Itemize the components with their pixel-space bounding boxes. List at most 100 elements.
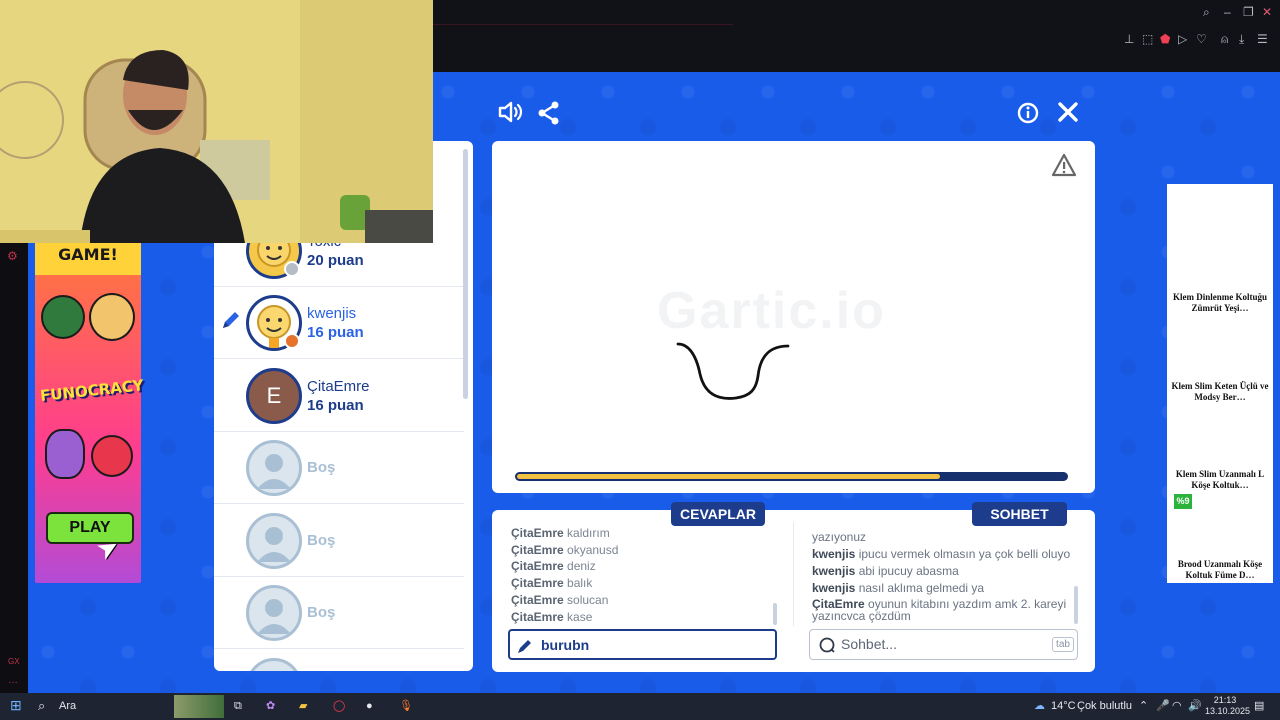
chat-user: kwenjis xyxy=(812,547,856,561)
ad-item[interactable]: Brood Uzanmalı Köşe Koltuk Füme D… xyxy=(1171,559,1269,581)
chat-text: nasıl aklıma gelmedi ya xyxy=(858,581,985,595)
timer-fill xyxy=(517,474,940,479)
ad-banner-left[interactable]: GAME! FUNOCRACY PLAY ➤ xyxy=(35,243,144,583)
answer-line: ÇitaEmre solucan xyxy=(511,593,608,607)
ad-headline: GAME! xyxy=(35,243,141,275)
answer-user: ÇitaEmre xyxy=(511,543,564,557)
chat-scrollbar[interactable] xyxy=(1074,586,1078,624)
warning-icon[interactable] xyxy=(1051,153,1077,182)
heart-icon[interactable]: ♡ xyxy=(1196,32,1207,46)
webcam-overlay xyxy=(0,0,433,243)
volume-icon[interactable]: 🔊 xyxy=(1188,698,1202,714)
task-view-icon[interactable]: ⧉ xyxy=(234,698,242,714)
answer-user: ÇitaEmre xyxy=(511,576,564,590)
windows-start-icon[interactable]: ⊞ xyxy=(10,697,22,713)
ad-banner-right[interactable]: Klem Dinlenme Koltuğu Zümrüt Yeşi… Klem … xyxy=(1167,184,1273,583)
minimize-icon[interactable]: – xyxy=(1224,5,1231,19)
browser-sidebar: ⚙ GX … xyxy=(0,243,28,693)
player-row[interactable]: E ÇitaEmre 16 puan xyxy=(214,360,464,432)
slot-label: Boş xyxy=(307,532,336,549)
empty-slot xyxy=(214,650,464,671)
discount-badge: %9 xyxy=(1174,494,1192,509)
account-icon[interactable]: ⍝ xyxy=(1221,32,1228,46)
chat-text: ipucu vermek olmasın ya çok belli oluyo xyxy=(858,547,1071,561)
chat-user: kwenjis xyxy=(812,564,856,578)
app-icon[interactable]: ● xyxy=(366,698,373,714)
clock-date: 13.10.2025 xyxy=(1205,706,1251,716)
search-icon[interactable]: ⌕ xyxy=(1203,5,1210,19)
answers-chat-panel: CEVAPLAR SOHBET ÇitaEmre kaldırım ÇitaEm… xyxy=(492,502,1095,672)
ad-item[interactable]: Klem Slim Keten Üçlü ve Modsy Ber… xyxy=(1171,381,1269,403)
play-icon[interactable]: ▷ xyxy=(1178,32,1187,46)
wifi-icon[interactable]: ◠ xyxy=(1172,698,1182,714)
chevron-up-icon[interactable]: ⌃ xyxy=(1139,698,1148,714)
chat-line: kwenjis ipucu vermek olmasın ya çok bell… xyxy=(812,547,1077,561)
chat-line: kwenjis nasıl aklıma gelmedi ya xyxy=(812,581,1077,595)
tab-shortcut-badge: tab xyxy=(1052,637,1074,652)
notification-icon[interactable]: ▤ xyxy=(1254,698,1264,714)
opera-gx-icon[interactable]: ◯ xyxy=(333,698,345,714)
answer-text: deniz xyxy=(567,559,596,573)
chat-line: ÇitaEmre oyunun kitabını yazdım amk 2. k… xyxy=(812,598,1077,622)
weather-icon: ☁ xyxy=(1034,700,1045,712)
taskbar: ⊞ ⌕ Ara ⧉ ✿ ▰ ◯ ● 🎙 ☁ 14°C Çok bulutlu ⌃… xyxy=(0,693,1280,720)
chat-placeholder: Sohbet... xyxy=(841,636,898,652)
gx-icon[interactable]: GX xyxy=(8,657,20,666)
answer-input[interactable]: burubn xyxy=(508,629,777,660)
answer-user: ÇitaEmre xyxy=(511,610,564,624)
taskbar-search-label[interactable]: Ara xyxy=(59,698,76,714)
ad-item[interactable]: Klem Slim Uzanmalı L Köşe Koltuk… xyxy=(1171,469,1269,491)
microphone-icon[interactable]: 🎤 xyxy=(1156,698,1170,714)
player-name: ÇitaEmre xyxy=(307,378,370,395)
download-icon[interactable]: ⤓ xyxy=(1239,32,1244,46)
pocket-icon[interactable]: ⬟ xyxy=(1160,32,1170,46)
player-score: 16 puan xyxy=(307,324,364,341)
microphone-app-icon[interactable]: 🎙 xyxy=(399,698,413,714)
thumbs-up-icon xyxy=(41,295,85,339)
file-explorer-icon[interactable]: ▰ xyxy=(299,698,307,714)
player-row[interactable]: kwenjis 16 puan xyxy=(214,287,464,359)
clock[interactable]: 21:13 13.10.2025 xyxy=(1205,695,1251,717)
empty-avatar-icon xyxy=(246,658,302,671)
ad-play-button[interactable]: PLAY xyxy=(46,512,134,544)
settings-icon[interactable]: ⚙ xyxy=(7,249,18,263)
tongue-face-icon xyxy=(91,435,133,477)
answer-line: ÇitaEmre okyanusd xyxy=(511,543,618,557)
info-icon[interactable] xyxy=(1016,102,1040,131)
ad-item[interactable]: Klem Dinlenme Koltuğu Zümrüt Yeşi… xyxy=(1171,292,1269,314)
close-game-icon[interactable] xyxy=(1056,101,1080,130)
snapshot-icon[interactable]: ⬚ xyxy=(1142,32,1153,46)
answer-text: okyanusd xyxy=(567,543,619,557)
avatar: E xyxy=(246,368,302,424)
empty-avatar-icon xyxy=(246,513,302,569)
chat-bubble-icon xyxy=(818,636,836,659)
players-scrollbar[interactable] xyxy=(463,149,468,399)
empty-slot: Boş xyxy=(214,505,464,577)
chat-input[interactable]: Sohbet... tab xyxy=(809,629,1078,660)
search-highlight-image xyxy=(174,695,224,718)
answer-user: ÇitaEmre xyxy=(511,526,564,540)
pin-icon[interactable]: ⊥ xyxy=(1124,32,1134,46)
tab-chat[interactable]: SOHBET xyxy=(972,502,1067,526)
copilot-icon[interactable]: ✿ xyxy=(266,698,275,714)
menu-icon[interactable]: ☰ xyxy=(1257,32,1268,46)
clock-time: 21:13 xyxy=(1213,695,1237,705)
empty-slot: Boş xyxy=(214,577,464,649)
close-icon[interactable]: ✕ xyxy=(1262,5,1272,19)
answer-line: ÇitaEmre kase xyxy=(511,610,592,624)
player-score: 20 puan xyxy=(307,252,364,269)
drawing-canvas[interactable]: Gartic.io xyxy=(492,141,1095,493)
restore-icon[interactable]: ❐ xyxy=(1243,5,1254,19)
answers-scrollbar[interactable] xyxy=(773,603,777,625)
sound-icon[interactable] xyxy=(496,100,524,131)
weather-temp: 14°C xyxy=(1051,700,1076,712)
chat-line: kwenjis abi ipucuy abasma xyxy=(812,564,1077,578)
empty-avatar-icon xyxy=(246,440,302,496)
share-icon[interactable] xyxy=(537,100,561,133)
answer-line: ÇitaEmre balık xyxy=(511,576,592,590)
player-score: 16 puan xyxy=(307,397,364,414)
timer-bar xyxy=(515,472,1068,481)
more-icon[interactable]: … xyxy=(8,675,18,686)
search-icon[interactable]: ⌕ xyxy=(38,698,45,714)
tab-answers[interactable]: CEVAPLAR xyxy=(671,502,765,526)
